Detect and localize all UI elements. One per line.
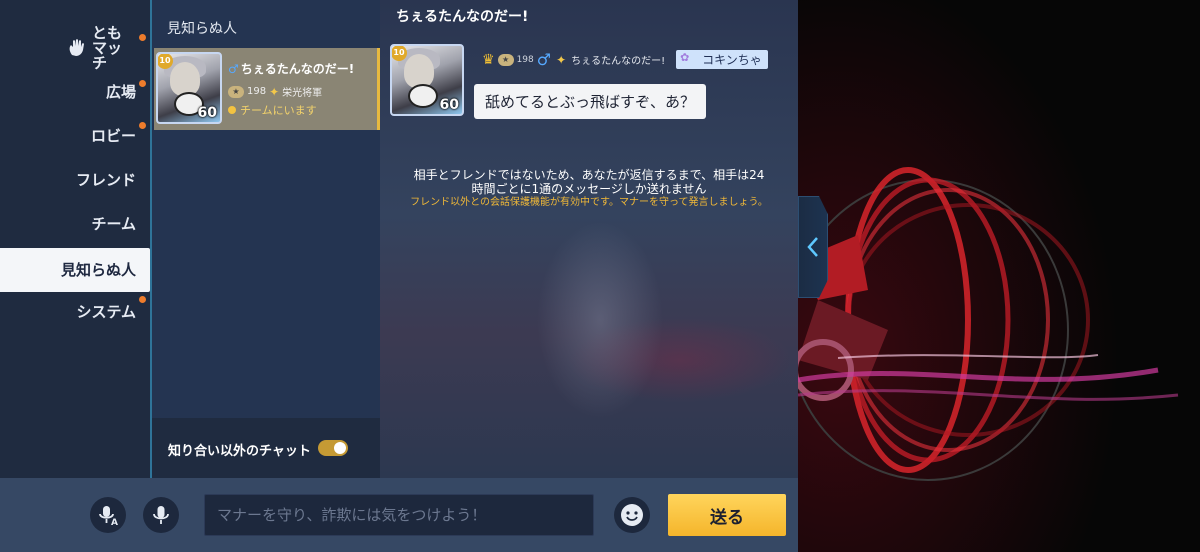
conversation-list: 見知らぬ人 10 60 ♂ ちぇるたんなのだー! ★ 198 ✦ 栄光将軍 チーム… — [152, 0, 380, 478]
nav-item-label: システム — [76, 302, 136, 321]
chat-message: 10 60 ♛ ★ 198 ♂ ✦ ちぇるたんなのだー! ✿ コキンちゃ 舐めて… — [390, 44, 798, 124]
stranger-notice: 相手とフレンドではないため、あなたが返信するまで、相手は24 時間ごとに1通のメ… — [380, 168, 798, 209]
honor-star-icon: ✦ — [556, 52, 567, 67]
voice-to-text-button[interactable]: A — [90, 497, 126, 533]
notice-line-2: 時間ごとに1通のメッセージしか送れません — [471, 182, 707, 196]
title-tag: ✿ コキンちゃ — [676, 50, 768, 69]
sender-name: ちぇるたんなのだー! — [571, 56, 666, 67]
microphone-icon — [153, 506, 169, 524]
nav-item-system[interactable]: システム — [0, 290, 150, 334]
nav-item-label: ロビー — [90, 126, 136, 145]
unread-dot — [139, 80, 146, 87]
nav-item-strangers[interactable]: 見知らぬ人 — [0, 248, 150, 292]
voice-message-button[interactable] — [143, 497, 179, 533]
avatar-level: 60 — [439, 97, 459, 113]
male-icon: ♂ — [536, 50, 552, 69]
message-input[interactable] — [204, 494, 594, 536]
status-dot-icon — [228, 106, 236, 114]
badge-number: 198 — [247, 86, 267, 97]
rank-badge-icon: 10 — [392, 46, 407, 61]
game-backdrop — [798, 0, 1200, 552]
stranger-chat-toggle-bar: 知り合い以外のチャット — [152, 418, 380, 478]
avatar-level: 60 — [197, 105, 217, 121]
avatar-panda — [408, 84, 438, 108]
wreath-badge-icon: ★ — [228, 85, 244, 98]
chat-window: ちぇるたんなのだー! 10 60 ♛ ★ 198 ♂ ✦ ちぇるたんなのだー! … — [380, 0, 798, 478]
stranger-chat-toggle-label: 知り合い以外のチャット — [168, 444, 311, 459]
flower-icon: ✿ — [680, 51, 690, 64]
conversation-list-item[interactable]: 10 60 ♂ ちぇるたんなのだー! ★ 198 ✦ 栄光将軍 チームにいます — [154, 48, 380, 130]
message-input-bar: A 送る — [0, 478, 798, 552]
nav-item-team[interactable]: チーム — [0, 202, 150, 246]
emoji-button[interactable] — [614, 497, 650, 533]
crown-icon: ♛ — [482, 51, 495, 68]
nav-item-label: フレンド — [75, 170, 136, 189]
nav-item-label: 見知らぬ人 — [60, 260, 136, 279]
honor-star-icon: ✦ — [269, 84, 280, 99]
conversation-status: チームにいます — [228, 102, 317, 118]
nav-item-tomo-match[interactable]: とも マッチ — [0, 23, 150, 72]
collapse-chat-button[interactable] — [798, 196, 828, 298]
avatar-face — [170, 62, 200, 96]
nav-item-label: とも マッチ — [92, 23, 123, 72]
notice-line-1: 相手とフレンドではないため、あなたが返信するまで、相手は24 — [413, 168, 765, 182]
conversation-list-title: 見知らぬ人 — [167, 21, 237, 37]
sender-avatar[interactable]: 10 60 — [390, 44, 464, 116]
title-tag-text: コキンちゃ — [702, 53, 762, 67]
male-icon: ♂ — [228, 62, 239, 76]
avatar: 10 60 — [156, 52, 222, 124]
svg-text:A: A — [111, 518, 118, 527]
nav-item-plaza[interactable]: 広場 — [0, 70, 150, 114]
honor-title: 栄光将軍 — [282, 88, 323, 99]
message-bubble: 舐めてるとぶっ飛ばすぞ、あ？ — [474, 84, 707, 119]
send-button[interactable]: 送る — [668, 494, 786, 536]
game-scene-image — [798, 0, 1200, 552]
nav-item-lobby[interactable]: ロビー — [0, 114, 150, 158]
toggle-knob — [334, 442, 346, 454]
nav-item-friends[interactable]: フレンド — [0, 158, 150, 202]
rank-badge-icon: 10 — [158, 54, 173, 69]
chat-category-nav: とも マッチ 広場 ロビー フレンド チーム 見知らぬ人 システム — [0, 0, 150, 478]
unread-dot — [139, 122, 146, 129]
nav-item-label: 広場 — [105, 82, 136, 101]
conversation-name: ♂ ちぇるたんなのだー! — [228, 62, 355, 76]
chat-panel: とも マッチ 広場 ロビー フレンド チーム 見知らぬ人 システム 見知らぬ人 — [0, 0, 798, 552]
avatar-face — [404, 54, 434, 88]
message-header: ♛ ★ 198 ♂ ✦ ちぇるたんなのだー! ✿ コキンちゃ — [482, 50, 768, 69]
chat-title: ちぇるたんなのだー! — [396, 9, 529, 25]
chevron-left-icon — [807, 237, 818, 257]
status-text: チームにいます — [240, 104, 317, 117]
mic-text-icon: A — [99, 506, 118, 527]
badge-number: 198 — [516, 54, 534, 65]
stranger-chat-toggle[interactable] — [318, 440, 348, 456]
hand-wave-icon — [69, 39, 84, 56]
wreath-badge-icon: ★ — [497, 53, 514, 66]
unread-dot — [139, 296, 146, 303]
unread-dot — [139, 34, 146, 41]
nav-item-label: チーム — [91, 214, 136, 233]
protection-warning: フレンド以外との会話保護機能が有効中です。マナーを守って発言しましょう。 — [410, 197, 768, 208]
smiley-icon — [621, 504, 643, 526]
conversation-meta: ★ 198 ✦ 栄光将軍 — [228, 84, 322, 99]
